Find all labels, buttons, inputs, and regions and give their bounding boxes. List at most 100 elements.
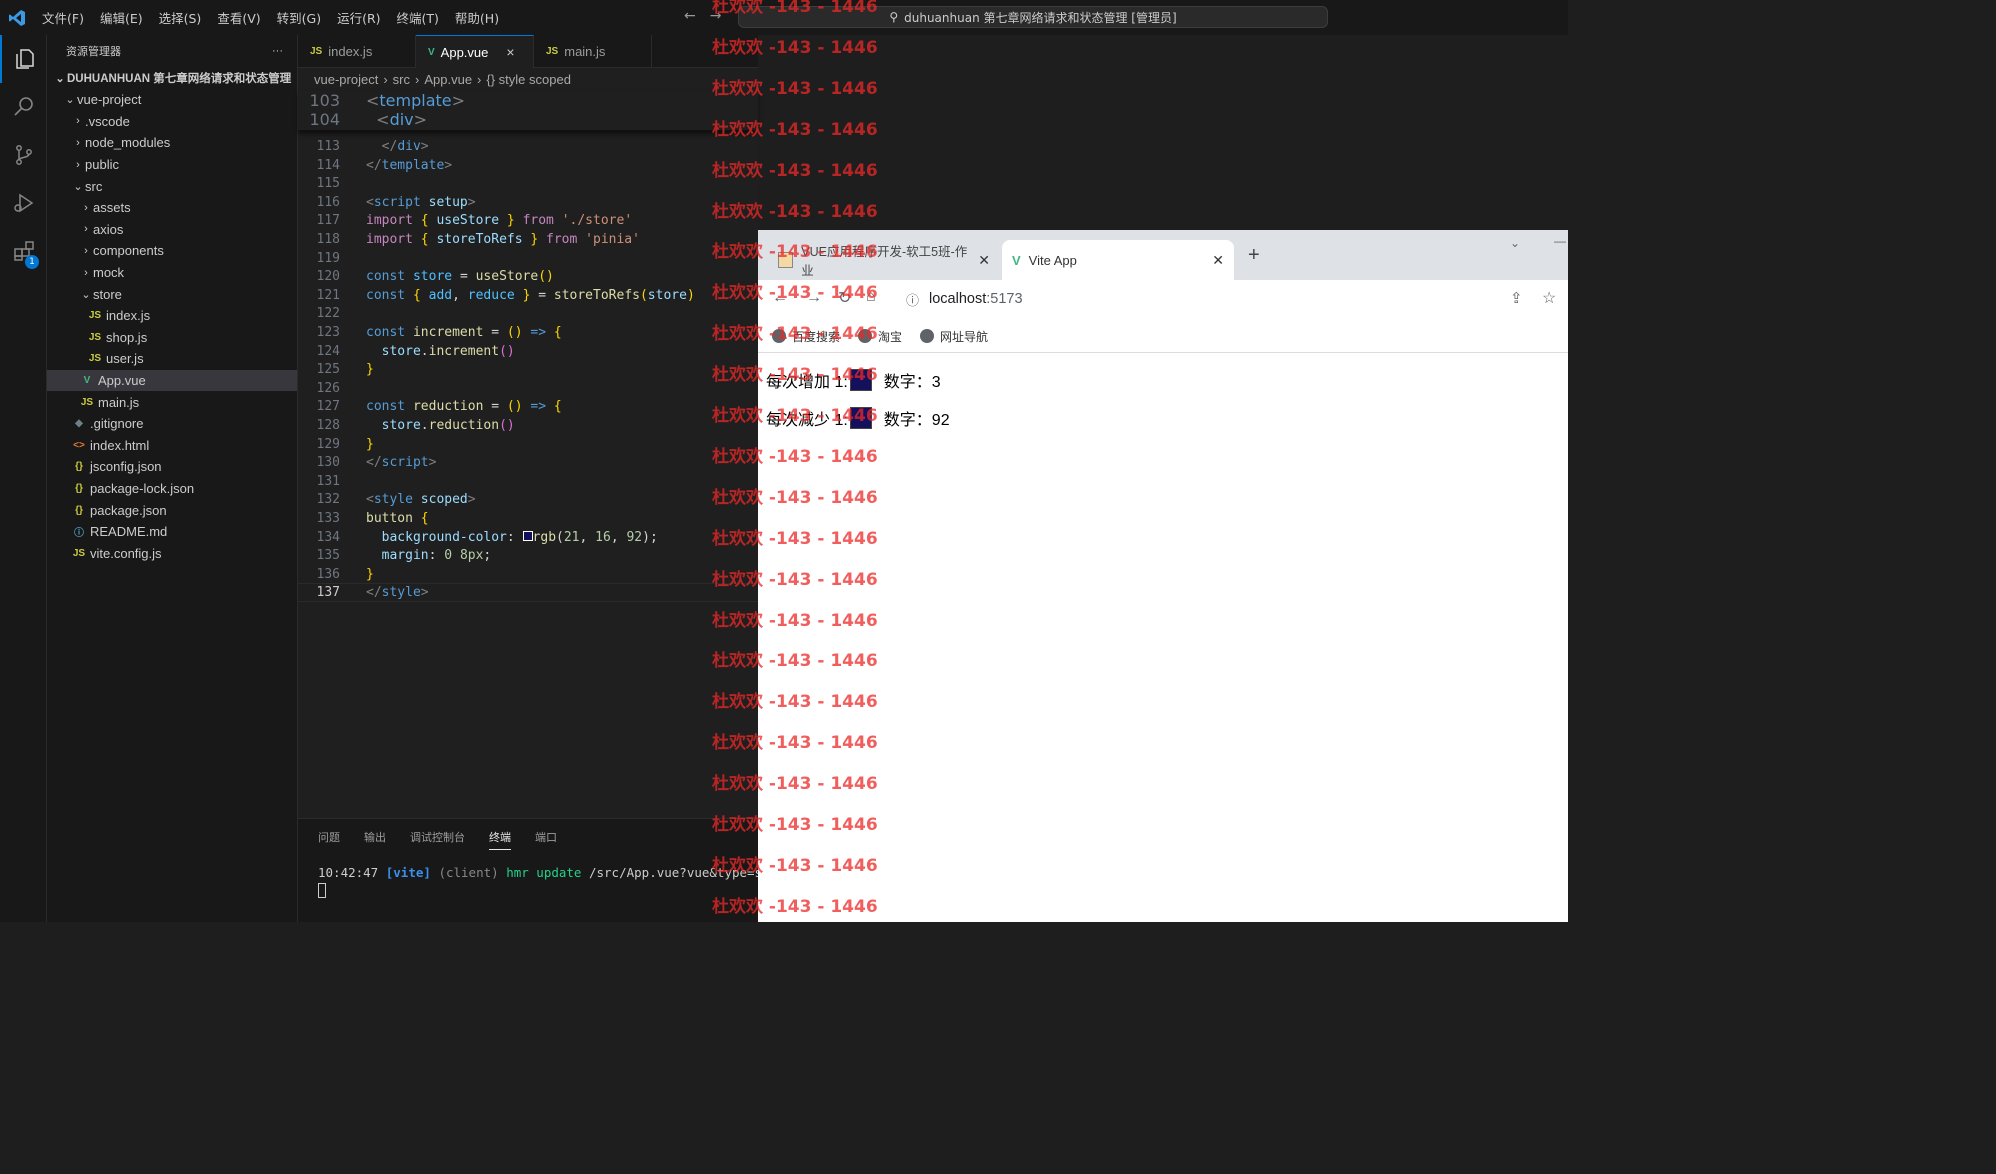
- tree-item[interactable]: ⌄ src: [47, 175, 297, 197]
- close-tab-icon[interactable]: ✕: [1212, 252, 1224, 269]
- run-debug-activity[interactable]: [0, 179, 47, 227]
- forward-icon[interactable]: →: [806, 289, 822, 307]
- more-actions-icon[interactable]: ···: [272, 45, 283, 57]
- code-line: 132 <style scoped>: [298, 490, 758, 509]
- close-tab-icon[interactable]: ×: [506, 44, 514, 60]
- tree-item[interactable]: › node_modules: [47, 132, 297, 154]
- tree-item[interactable]: JS index.js: [47, 305, 297, 327]
- tree-item[interactable]: › mock: [47, 262, 297, 284]
- tree-item[interactable]: JS vite.config.js: [47, 542, 297, 564]
- home-icon[interactable]: ⌂: [866, 288, 876, 306]
- tree-item[interactable]: ⌄ store: [47, 283, 297, 305]
- tree-item-label: public: [85, 157, 119, 173]
- chevron-right-icon: ›: [84, 244, 88, 257]
- terminal-output[interactable]: 10:42:47 [vite] (client) hmr update /src…: [318, 865, 785, 880]
- line-number: 136: [316, 566, 340, 582]
- close-tab-icon[interactable]: ✕: [978, 252, 990, 269]
- tree-item[interactable]: › .vscode: [47, 111, 297, 133]
- line-number: 122: [316, 306, 340, 322]
- tree-item[interactable]: V App.vue: [47, 369, 297, 392]
- tree-item-label: store: [93, 286, 122, 302]
- breadcrumb-item[interactable]: {} style scoped: [486, 72, 571, 87]
- forward-arrow-icon[interactable]: →: [710, 8, 722, 24]
- code-line: 126: [298, 379, 758, 398]
- menu-item[interactable]: 选择(S): [151, 8, 210, 27]
- tree-item[interactable]: ◆ .gitignore: [47, 413, 297, 435]
- new-tab-icon[interactable]: +: [1248, 244, 1260, 267]
- tree-item[interactable]: › assets: [47, 197, 297, 219]
- bookmark-item[interactable]: 淘宝: [858, 328, 902, 345]
- tree-item[interactable]: <> index.html: [47, 435, 297, 457]
- back-icon[interactable]: ←: [772, 289, 788, 307]
- decrement-row: 每次减少 1: 数字：92: [766, 405, 950, 431]
- editor-tab[interactable]: JS main.js: [534, 35, 652, 68]
- command-center[interactable]: ⚲ duhuanhuan 第七章网络请求和状态管理 [管理员]: [738, 6, 1328, 28]
- search-icon: ⚲: [889, 10, 899, 24]
- tree-item[interactable]: ⓘ README.md: [47, 521, 297, 543]
- breadcrumb-item[interactable]: vue-project: [314, 72, 378, 87]
- browser-tab-2[interactable]: V Vite App ✕: [1002, 240, 1234, 280]
- menu-item[interactable]: 编辑(E): [92, 8, 151, 27]
- tree-item[interactable]: › components: [47, 240, 297, 262]
- line-number: 125: [316, 362, 340, 378]
- source-control-activity[interactable]: [0, 131, 47, 179]
- search-activity[interactable]: [0, 83, 47, 131]
- code-line: 129}: [298, 435, 758, 454]
- code-line: 117 import { useStore } from './store': [298, 211, 758, 230]
- term-path: /src/App.vue?vue&type=styl: [588, 865, 785, 880]
- extensions-activity[interactable]: 1: [0, 227, 47, 275]
- search-icon: [13, 97, 33, 116]
- tree-item[interactable]: JS user.js: [47, 348, 297, 370]
- tree-item[interactable]: › public: [47, 154, 297, 176]
- minimize-icon[interactable]: —: [1554, 234, 1566, 248]
- editor-tab[interactable]: JS index.js: [298, 35, 416, 68]
- vue-file-icon: V: [428, 46, 435, 58]
- tree-item[interactable]: JS shop.js: [47, 327, 297, 349]
- back-arrow-icon[interactable]: ←: [684, 8, 696, 24]
- editor-tab-label: index.js: [328, 44, 373, 59]
- breadcrumb-item[interactable]: App.vue: [424, 72, 472, 87]
- tree-item[interactable]: {} jsconfig.json: [47, 456, 297, 478]
- breadcrumb-item[interactable]: src: [393, 72, 410, 87]
- browser-tab-1[interactable]: VUE应用程序开发-软工5班-作业 ✕: [768, 240, 1000, 280]
- menu-item[interactable]: 终端(T): [389, 8, 447, 27]
- panel-tab[interactable]: 调试控制台: [410, 829, 465, 850]
- increment-button[interactable]: [849, 369, 872, 391]
- reload-icon[interactable]: ↻: [838, 288, 851, 308]
- panel-tab[interactable]: 端口: [535, 829, 557, 850]
- menu-item[interactable]: 帮助(H): [447, 8, 507, 27]
- file-type-icon: JS: [80, 396, 94, 408]
- js-file-icon: JS: [546, 46, 559, 57]
- tree-item[interactable]: {} package.json: [47, 499, 297, 521]
- panel-tab[interactable]: 问题: [318, 829, 340, 850]
- tree-item[interactable]: ⌄ vue-project: [47, 89, 297, 111]
- address-bar[interactable]: ⓘ localhost:5173: [896, 284, 1556, 314]
- file-type-icon: {}: [75, 482, 83, 494]
- line-number: 113: [316, 139, 340, 154]
- tree-item[interactable]: › axios: [47, 219, 297, 241]
- menu-item[interactable]: 文件(F): [34, 8, 92, 27]
- code-text: const store = useStore(): [366, 269, 554, 285]
- increment-row: 每次增加 1: 数字：3: [766, 367, 941, 393]
- breadcrumb: vue-project › src › App.vue › {} style scoped: [298, 68, 758, 90]
- explorer-activity[interactable]: [0, 35, 47, 83]
- panel-tab[interactable]: 终端: [489, 829, 511, 850]
- panel-tab[interactable]: 输出: [364, 829, 386, 850]
- bookmark-item[interactable]: 百度搜索: [772, 328, 840, 345]
- menu-item[interactable]: 转到(G): [269, 8, 329, 27]
- code-text: <style scoped>: [366, 492, 476, 508]
- vscode-logo-icon: [0, 0, 34, 35]
- editor-tab[interactable]: V App.vue ×: [416, 35, 534, 68]
- menu-item[interactable]: 运行(R): [329, 8, 388, 27]
- workspace-root[interactable]: ⌄ DUHUANHUAN 第七章网络请求和状态管理: [47, 67, 297, 89]
- tree-item[interactable]: {} package-lock.json: [47, 478, 297, 500]
- bookmark-item[interactable]: 网址导航: [920, 328, 988, 345]
- share-icon[interactable]: ⇪: [1510, 289, 1523, 307]
- decrement-button[interactable]: [849, 407, 872, 429]
- tab-search-icon[interactable]: ⌄: [1510, 236, 1520, 250]
- line-number: 117: [316, 213, 340, 229]
- code-text: import { storeToRefs } from 'pinia': [366, 232, 640, 247]
- star-icon[interactable]: ☆: [1542, 288, 1556, 308]
- menu-item[interactable]: 查看(V): [209, 8, 268, 27]
- tree-item[interactable]: JS main.js: [47, 391, 297, 413]
